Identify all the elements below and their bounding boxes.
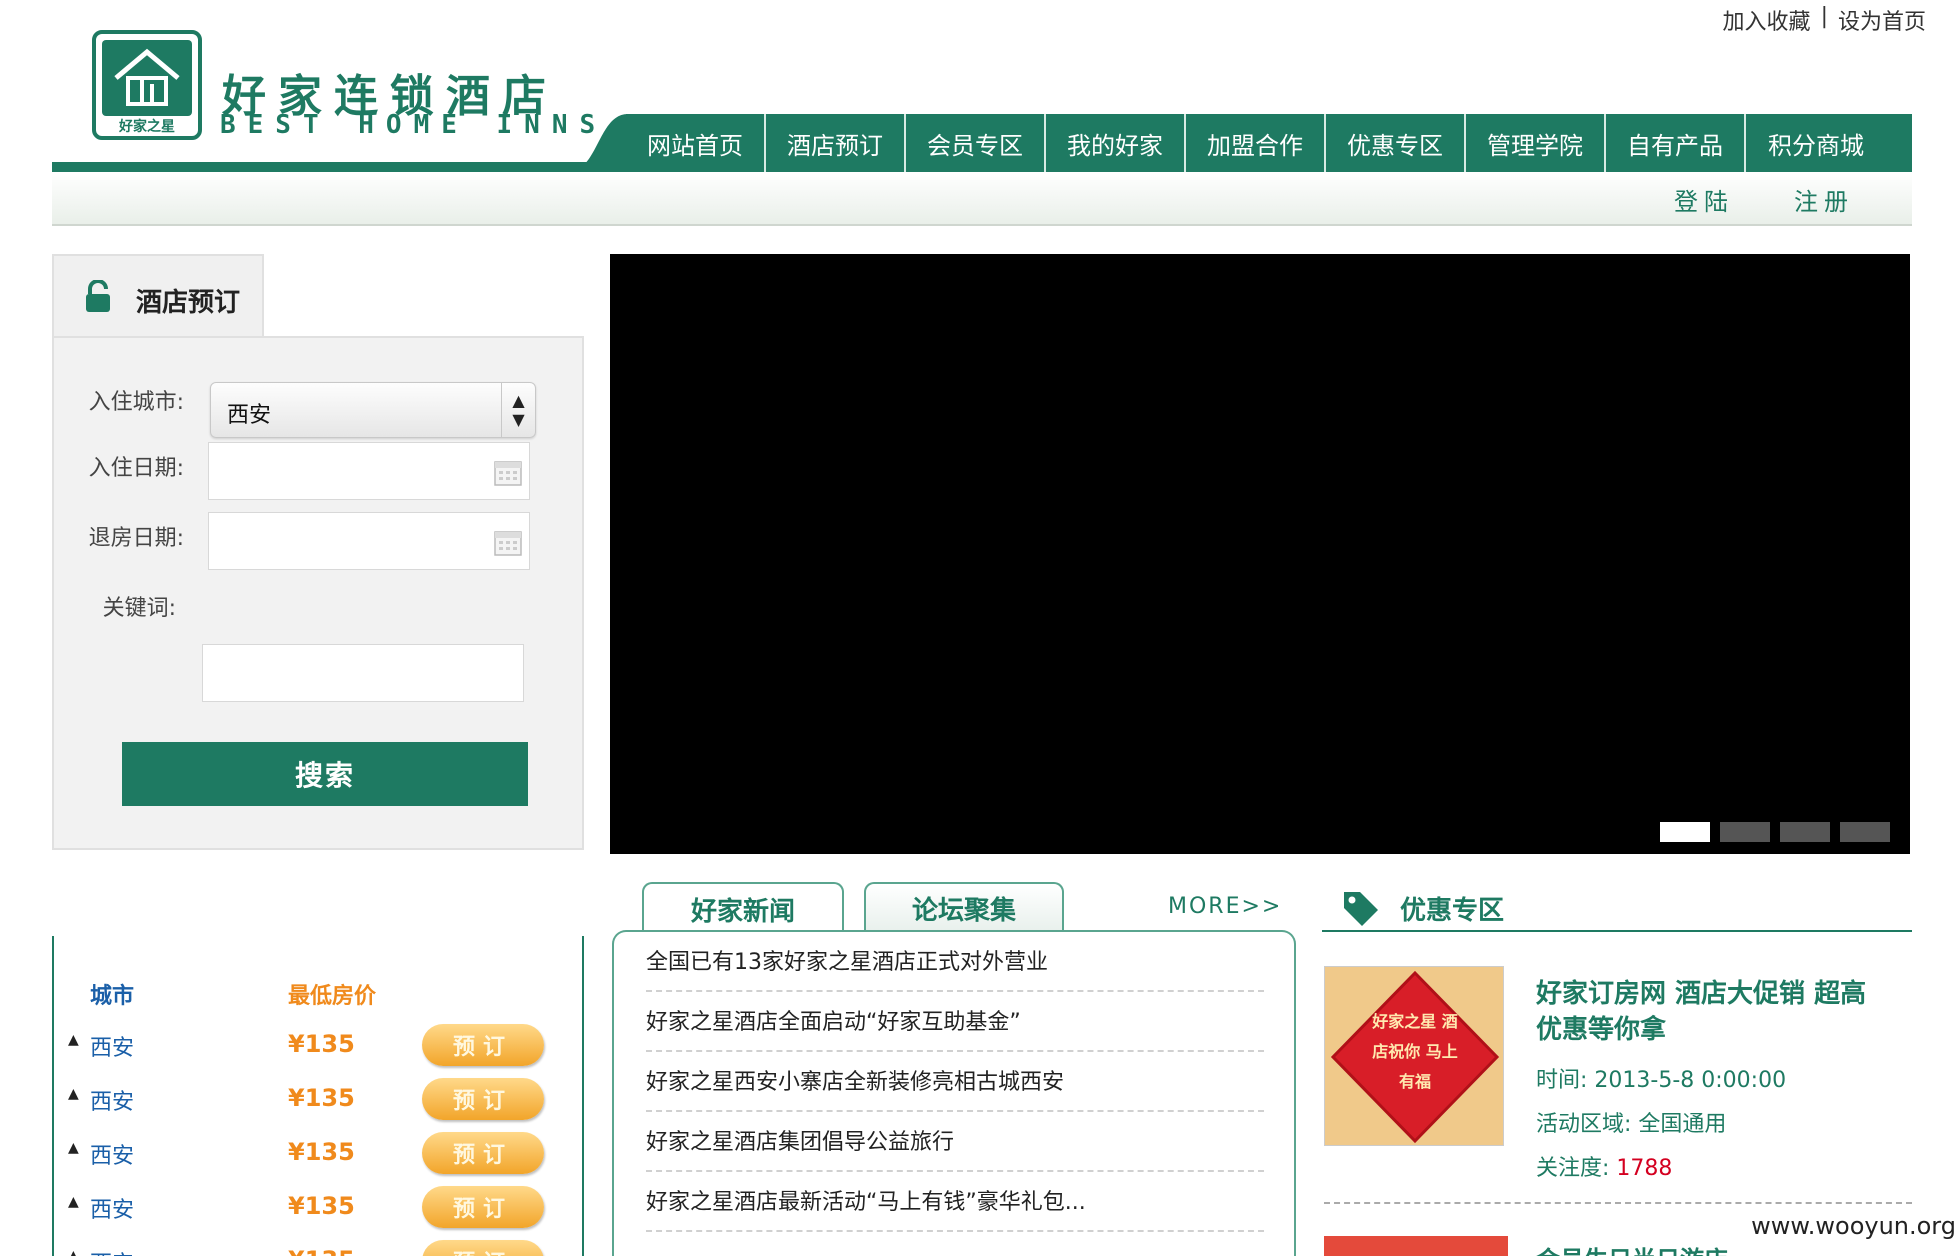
city-row: ▲ 西安 ¥135 预订: [54, 1132, 586, 1176]
promo-image-2[interactable]: [1324, 1236, 1508, 1256]
promo-item-title[interactable]: 好家订房网 酒店大促销 超高优惠等你拿: [1536, 976, 1876, 1048]
lock-icon: [86, 280, 110, 312]
slide-dot-1[interactable]: [1660, 822, 1710, 842]
tab-forum[interactable]: 论坛聚集: [864, 882, 1064, 932]
promo-image[interactable]: 好家之星 酒店祝你 马上有福: [1324, 966, 1504, 1146]
news-item[interactable]: 好家之星酒店集团倡导公益旅行: [646, 1112, 1264, 1172]
checkin-date-input[interactable]: [208, 442, 530, 500]
set-homepage-link[interactable]: 设为首页: [1838, 4, 1926, 36]
promo-header: 优惠专区: [1322, 884, 1912, 932]
nav-item-home[interactable]: 网站首页: [626, 114, 766, 172]
slide-indicators: [1660, 822, 1890, 842]
arrow-up-icon: ▲: [68, 1086, 79, 1102]
slide-dot-4[interactable]: [1840, 822, 1890, 842]
news-item[interactable]: 好家之星酒店最新活动“马上有钱”豪华礼包...: [646, 1172, 1264, 1232]
nav-item-academy[interactable]: 管理学院: [1466, 114, 1606, 172]
promo-section-title: 优惠专区: [1400, 896, 1505, 926]
book-button[interactable]: 预订: [422, 1240, 544, 1256]
city-price: ¥135: [288, 1084, 355, 1112]
promo-attention-value: 1788: [1616, 1156, 1673, 1181]
checkin-date-label: 入住日期:: [88, 456, 184, 481]
calendar-icon[interactable]: [493, 457, 523, 487]
city-name-link[interactable]: 西安: [90, 1192, 134, 1224]
city-select[interactable]: 西安 ▲ ▼: [210, 382, 536, 438]
arrow-up-icon: ▲: [68, 1194, 79, 1210]
nav-item-my-home[interactable]: 我的好家: [1046, 114, 1186, 172]
add-favorite-link[interactable]: 加入收藏: [1723, 4, 1811, 36]
price-column-header: 最低房价: [288, 984, 377, 1009]
city-price: ¥135: [288, 1138, 355, 1166]
logo-caption: 好家之星: [119, 119, 175, 135]
promo-image-text: 好家之星 酒店祝你 马上有福: [1372, 1012, 1458, 1091]
nav-item-franchise[interactable]: 加盟合作: [1186, 114, 1326, 172]
promo-area: 活动区域: 全国通用: [1536, 1106, 1726, 1138]
auth-bar: 登陆 注册: [52, 172, 1912, 226]
city-select-value: 西安: [227, 403, 272, 428]
nav-item-products[interactable]: 自有产品: [1606, 114, 1746, 172]
booking-tab-title: 酒店预订: [136, 288, 241, 318]
keyword-input[interactable]: [202, 644, 524, 702]
price-tag-icon: [1344, 892, 1378, 926]
logo-english-name: BEST HOME INNS: [220, 110, 608, 140]
city-name-link[interactable]: 西安: [90, 1030, 134, 1062]
book-button[interactable]: 预订: [422, 1132, 544, 1174]
arrow-up-icon: ▲: [68, 1248, 79, 1256]
city-name-link[interactable]: 西安: [90, 1138, 134, 1170]
city-row: ▲ 西安 ¥135 预订: [54, 1240, 586, 1256]
arrow-up-icon: ▲: [68, 1140, 79, 1156]
book-button[interactable]: 预订: [422, 1024, 544, 1066]
arrow-up-icon: ▲: [68, 1032, 79, 1048]
book-button[interactable]: 预订: [422, 1186, 544, 1228]
search-button[interactable]: 搜索: [122, 742, 528, 806]
checkout-date-input[interactable]: [208, 512, 530, 570]
news-more-link[interactable]: MORE>>: [1168, 894, 1282, 919]
promo-attention-label: 关注度:: [1536, 1156, 1610, 1181]
news-list: 全国已有13家好家之星酒店正式对外营业 好家之星酒店全面启动“好家互助基金” 好…: [612, 930, 1296, 1256]
city-row: ▲ 西安 ¥135 预订: [54, 1186, 586, 1230]
book-button[interactable]: 预订: [422, 1078, 544, 1120]
login-link[interactable]: 登陆: [1674, 182, 1734, 217]
news-item[interactable]: 好家之星酒店全面启动“好家互助基金”: [646, 992, 1264, 1052]
main-nav: 网站首页 酒店预订 会员专区 我的好家 加盟合作 优惠专区 管理学院 自有产品 …: [626, 114, 1912, 172]
news-item[interactable]: 全国已有13家好家之星酒店正式对外营业: [646, 932, 1264, 992]
nav-item-promotions[interactable]: 优惠专区: [1326, 114, 1466, 172]
city-price: ¥135: [288, 1030, 355, 1058]
promo-item-title-2[interactable]: 会员生日半日游店: [1536, 1240, 1728, 1256]
city-price: ¥135: [288, 1192, 355, 1220]
slide-dot-2[interactable]: [1720, 822, 1770, 842]
nav-item-member[interactable]: 会员专区: [906, 114, 1046, 172]
city-price-list: 城市 最低房价 ▲ 西安 ¥135 预订 ▲ 西安 ¥135 预订 ▲ 西安 ¥…: [52, 936, 584, 1256]
city-row: ▲ 西安 ¥135 预订: [54, 1024, 586, 1068]
checkin-city-label: 入住城市:: [88, 390, 184, 415]
banner-slideshow[interactable]: [610, 254, 1910, 854]
nav-item-hotel-booking[interactable]: 酒店预订: [766, 114, 906, 172]
city-name-link[interactable]: 西安: [90, 1246, 134, 1256]
news-item[interactable]: 好家之星西安小寨店全新装修亮相古城西安: [646, 1052, 1264, 1112]
keyword-label: 关键词:: [102, 596, 176, 621]
tab-news[interactable]: 好家新闻: [642, 882, 844, 934]
booking-tab: 酒店预订: [52, 254, 264, 338]
promo-time-value: 2013-5-8 0:00:00: [1594, 1068, 1787, 1093]
booking-form: 入住城市: 西安 ▲ ▼ 入住日期: 退房日期: 关键词: 搜索: [52, 336, 584, 850]
register-link[interactable]: 注册: [1794, 182, 1854, 217]
calendar-icon[interactable]: [493, 527, 523, 557]
promo-time-label: 时间:: [1536, 1068, 1588, 1093]
top-links: 加入收藏 | 设为首页: [1723, 4, 1926, 36]
top-links-separator: |: [1820, 4, 1828, 29]
nav-item-points-mall[interactable]: 积分商城: [1746, 114, 1886, 172]
logo-house-icon: 好家之星: [92, 30, 202, 140]
slide-dot-3[interactable]: [1780, 822, 1830, 842]
city-row: ▲ 西安 ¥135 预订: [54, 1078, 586, 1122]
watermark: www.wooyun.org: [1747, 1212, 1960, 1240]
checkout-date-label: 退房日期:: [88, 526, 184, 551]
city-column-header: 城市: [90, 984, 135, 1009]
city-price: ¥135: [288, 1246, 355, 1256]
promo-area-value: 全国通用: [1638, 1112, 1727, 1137]
promo-area-label: 活动区域:: [1536, 1112, 1632, 1137]
promo-divider: [1324, 1202, 1912, 1204]
city-name-link[interactable]: 西安: [90, 1084, 134, 1116]
select-arrows-icon: ▲ ▼: [501, 383, 535, 437]
promo-time: 时间: 2013-5-8 0:00:00: [1536, 1062, 1786, 1094]
promo-attention: 关注度: 1788: [1536, 1150, 1672, 1182]
